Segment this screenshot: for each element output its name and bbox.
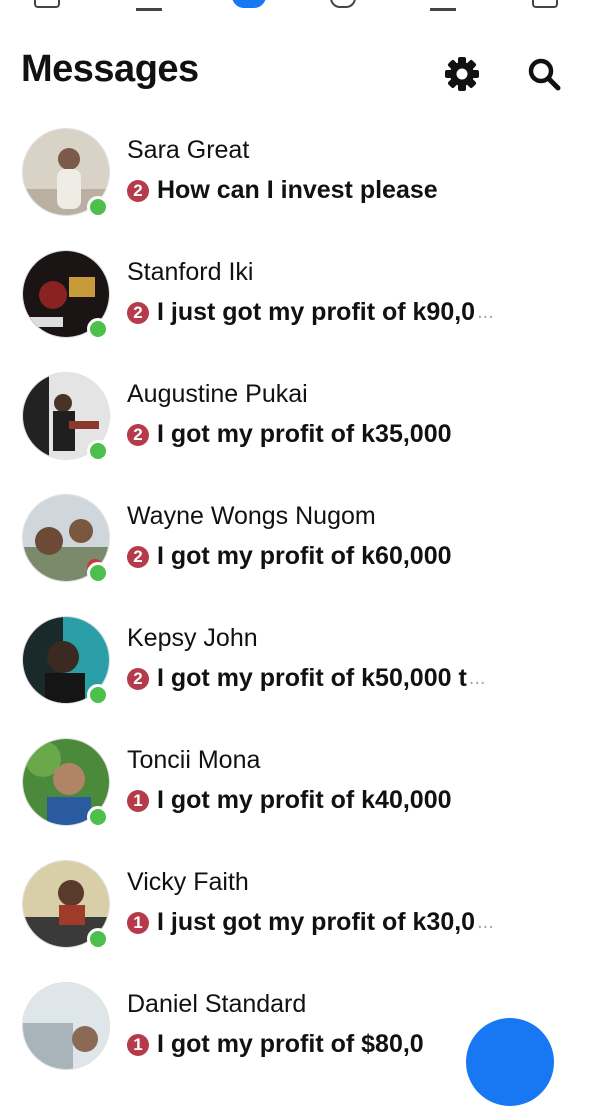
contact-name: Daniel Standard xyxy=(127,990,307,1018)
friends-tab-icon[interactable] xyxy=(136,0,162,11)
preview-text: I got my profit of k60,000 xyxy=(157,542,452,570)
page-title: Messages xyxy=(21,48,199,90)
online-status-dot xyxy=(87,928,109,950)
truncation-ellipsis: ... xyxy=(468,667,486,689)
watch-tab-icon[interactable] xyxy=(430,0,456,11)
preview-text: I got my profit of $80,0 xyxy=(157,1030,424,1058)
unread-badge: 2 xyxy=(127,179,149,202)
message-preview: 1 I got my profit of k40,000 xyxy=(127,786,454,815)
unread-badge: 2 xyxy=(127,545,149,568)
conversation-item[interactable]: Vicky Faith 1 I just got my profit of k3… xyxy=(0,850,594,960)
conversation-item[interactable]: Toncii Mona 1 I got my profit of k40,000 xyxy=(0,728,594,838)
contact-name: Stanford Iki xyxy=(127,258,254,286)
contact-name: Augustine Pukai xyxy=(127,380,308,408)
preview-text: I just got my profit of k30,0 xyxy=(157,908,476,936)
conversation-item[interactable]: Augustine Pukai 2 I got my profit of k35… xyxy=(0,362,594,472)
notifications-tab-icon[interactable] xyxy=(330,0,356,8)
preview-text: I got my profit of k35,000 xyxy=(157,420,452,448)
message-preview: 1 I got my profit of $80,0 xyxy=(127,1030,426,1059)
message-preview: 2 I just got my profit of k90,0 ... xyxy=(127,298,494,327)
truncation-ellipsis: ... xyxy=(477,911,494,933)
avatar xyxy=(22,982,110,1070)
online-status-dot xyxy=(87,806,109,828)
unread-badge: 2 xyxy=(127,667,149,690)
home-tab-icon[interactable] xyxy=(34,0,60,8)
online-status-dot xyxy=(87,440,109,462)
search-icon xyxy=(528,58,561,91)
message-preview: 2 How can I invest please xyxy=(127,176,440,205)
conversation-item[interactable]: Sara Great 2 How can I invest please xyxy=(0,118,594,228)
contact-name: Vicky Faith xyxy=(127,868,249,896)
message-preview: 2 I got my profit of k35,000 xyxy=(127,420,454,449)
online-status-dot xyxy=(87,318,109,340)
conversation-item[interactable]: Stanford Iki 2 I just got my profit of k… xyxy=(0,240,594,350)
preview-text: I got my profit of k40,000 xyxy=(157,786,452,814)
gear-icon xyxy=(445,57,479,91)
unread-badge: 2 xyxy=(127,301,149,324)
new-message-button[interactable] xyxy=(466,1018,554,1106)
unread-badge: 1 xyxy=(127,1033,149,1056)
search-button[interactable] xyxy=(524,54,564,94)
message-preview: 2 I got my profit of k50,000 t ... xyxy=(127,664,485,693)
messages-header: Messages xyxy=(0,40,594,104)
conversation-item[interactable]: Wayne Wongs Nugom 2 I got my profit of k… xyxy=(0,484,594,594)
settings-button[interactable] xyxy=(442,54,482,94)
menu-tab-icon[interactable] xyxy=(532,0,558,8)
online-status-dot xyxy=(87,196,109,218)
online-status-dot xyxy=(87,684,109,706)
contact-name: Toncii Mona xyxy=(127,746,261,774)
contact-name: Sara Great xyxy=(127,136,250,164)
unread-badge: 1 xyxy=(127,911,149,934)
unread-badge: 2 xyxy=(127,423,149,446)
top-nav-bar xyxy=(0,0,594,14)
message-preview: 2 I got my profit of k60,000 xyxy=(127,542,454,571)
contact-name: Kepsy John xyxy=(127,624,258,652)
conversation-item[interactable]: Kepsy John 2 I got my profit of k50,000 … xyxy=(0,606,594,716)
preview-text: How can I invest please xyxy=(157,176,438,204)
messages-tab-icon[interactable] xyxy=(232,0,266,8)
unread-badge: 1 xyxy=(127,789,149,812)
preview-text: I just got my profit of k90,0 xyxy=(157,298,476,326)
online-status-dot xyxy=(87,562,109,584)
truncation-ellipsis: ... xyxy=(477,301,494,323)
preview-text: I got my profit of k50,000 t xyxy=(157,664,467,692)
message-preview: 1 I just got my profit of k30,0 ... xyxy=(127,908,494,937)
contact-name: Wayne Wongs Nugom xyxy=(127,502,376,530)
